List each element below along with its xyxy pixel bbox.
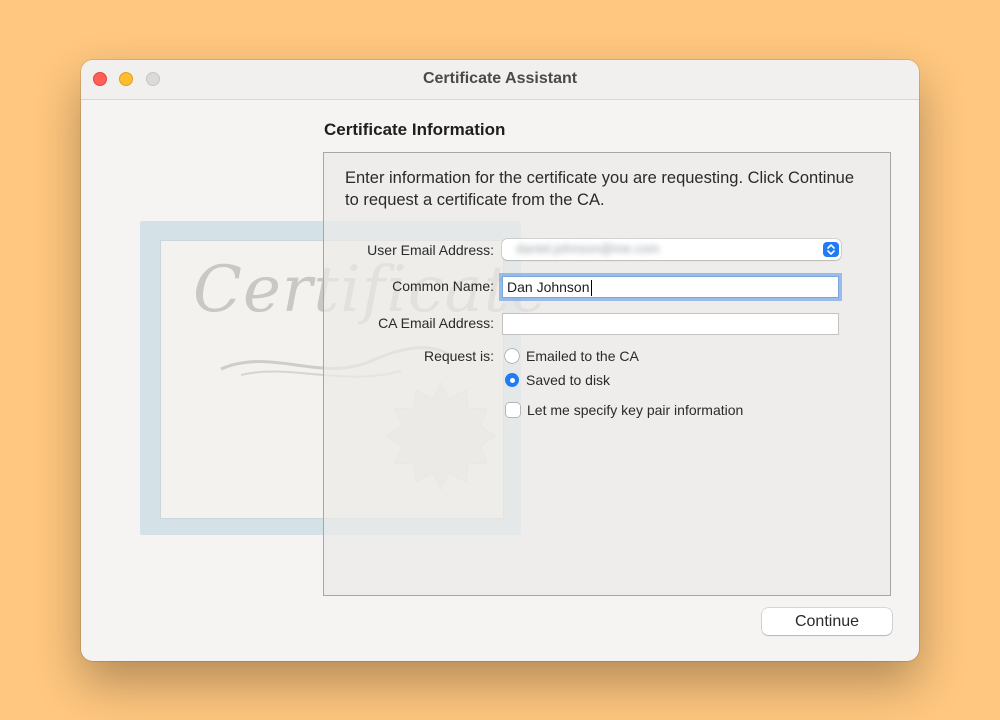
common-name-value: Dan Johnson (507, 279, 590, 295)
user-email-value: daniel.johnson@me.com (516, 241, 660, 256)
ca-email-field[interactable] (502, 313, 839, 335)
certificate-information-panel: Enter information for the certificate yo… (323, 152, 891, 596)
certificate-assistant-window: Certificate Assistant Certificate Certif… (81, 60, 919, 661)
popup-arrows-icon (823, 242, 839, 257)
user-email-label: User Email Address: (367, 242, 494, 258)
emailed-to-ca-radio[interactable] (505, 349, 519, 363)
common-name-label: Common Name: (392, 278, 494, 294)
title-bar: Certificate Assistant (81, 60, 919, 100)
key-pair-label: Let me specify key pair information (527, 402, 744, 418)
text-cursor (590, 280, 592, 297)
intro-text: Enter information for the certificate yo… (345, 169, 855, 209)
saved-to-disk-radio[interactable] (505, 373, 519, 387)
user-email-popup[interactable]: daniel.johnson@me.com (502, 239, 841, 260)
ca-email-label: CA Email Address: (378, 315, 494, 331)
section-title: Certificate Information (324, 120, 506, 139)
saved-to-disk-label: Saved to disk (526, 372, 611, 388)
emailed-to-ca-label: Emailed to the CA (526, 348, 639, 364)
window-title: Certificate Assistant (422, 70, 578, 87)
key-pair-checkbox[interactable] (506, 403, 520, 417)
request-is-label: Request is: (423, 348, 494, 364)
continue-button[interactable]: Continue (762, 608, 892, 635)
common-name-field[interactable]: Dan Johnson (502, 276, 839, 298)
